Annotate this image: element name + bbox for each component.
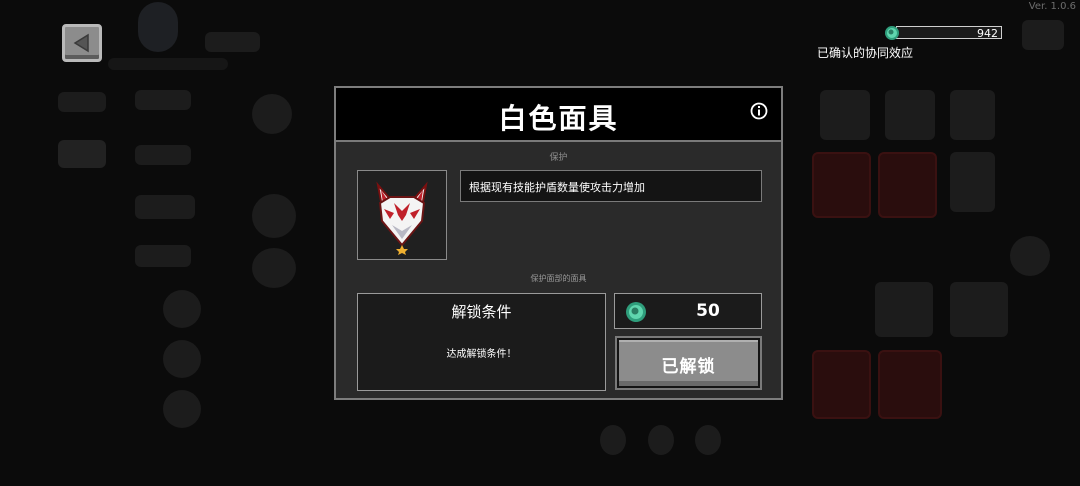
scroll-arrow-placeholder xyxy=(1010,236,1050,276)
slot-placeholder xyxy=(252,94,292,134)
version-label: Ver. 1.0.6 xyxy=(1028,1,1076,12)
item-slot xyxy=(950,90,995,140)
unlock-condition-title: 解锁条件 xyxy=(451,303,512,321)
item-slot xyxy=(950,282,1008,337)
back-arrow-icon xyxy=(73,33,89,53)
white-fox-mask-icon xyxy=(376,181,428,255)
menu-placeholder xyxy=(58,92,106,112)
cost-value: 50 xyxy=(696,301,720,321)
item-slot xyxy=(820,90,870,140)
gem-icon xyxy=(885,26,899,40)
back-button[interactable] xyxy=(62,24,102,62)
item-slot xyxy=(878,350,942,419)
item-title: 白色面具 xyxy=(498,102,619,135)
slot-placeholder xyxy=(648,425,674,455)
item-description: 根据现有技能护盾数量使攻击力增加 xyxy=(460,170,762,202)
info-icon[interactable] xyxy=(750,102,768,120)
character-name-placeholder xyxy=(205,32,260,52)
character-portrait xyxy=(138,2,178,52)
slot-placeholder xyxy=(252,194,296,238)
item-slot xyxy=(875,282,933,337)
menu-placeholder xyxy=(135,145,191,165)
unlocked-button[interactable]: 已解锁 xyxy=(615,336,762,390)
menu-placeholder xyxy=(135,195,195,219)
slot-placeholder xyxy=(600,425,626,455)
item-subtitle: 保护面部的面具 xyxy=(530,274,587,283)
gem-icon xyxy=(626,302,646,322)
item-slot xyxy=(812,350,871,419)
confirmed-synergy-link[interactable]: 已确认的协同效应 xyxy=(817,44,913,61)
item-slot xyxy=(878,152,937,218)
menu-placeholder xyxy=(58,140,106,168)
item-icon-frame xyxy=(357,170,447,260)
slot-placeholder xyxy=(163,390,201,428)
currency-count: 942 xyxy=(977,27,998,40)
divider xyxy=(108,58,228,70)
unlock-condition-text: 达成解锁条件！ xyxy=(446,349,517,360)
unlocked-label: 已解锁 xyxy=(661,356,716,377)
menu-placeholder xyxy=(135,245,191,267)
slot-placeholder xyxy=(163,290,201,328)
menu-placeholder xyxy=(135,90,191,110)
item-slot xyxy=(812,152,871,218)
slot-placeholder xyxy=(163,340,201,378)
cost-display: 50 xyxy=(614,293,762,329)
item-detail-modal: 白色面具 保护 根据现有技能护盾数量使攻击力增加 保护面部的面具 解锁条件 达成… xyxy=(334,86,783,400)
unlocked-button-face: 已解锁 xyxy=(619,340,758,386)
unlock-condition-panel: 解锁条件 达成解锁条件！ xyxy=(357,293,606,391)
modal-header: 白色面具 xyxy=(336,88,781,142)
slot-placeholder xyxy=(252,248,296,288)
item-slot xyxy=(885,90,935,140)
top-right-placeholder xyxy=(1022,20,1064,50)
slot-placeholder xyxy=(695,425,721,455)
item-type-label: 保护 xyxy=(549,153,568,163)
currency-track: 942 xyxy=(896,26,1002,40)
item-slot xyxy=(950,152,995,212)
currency-display: 942 xyxy=(884,24,1002,41)
